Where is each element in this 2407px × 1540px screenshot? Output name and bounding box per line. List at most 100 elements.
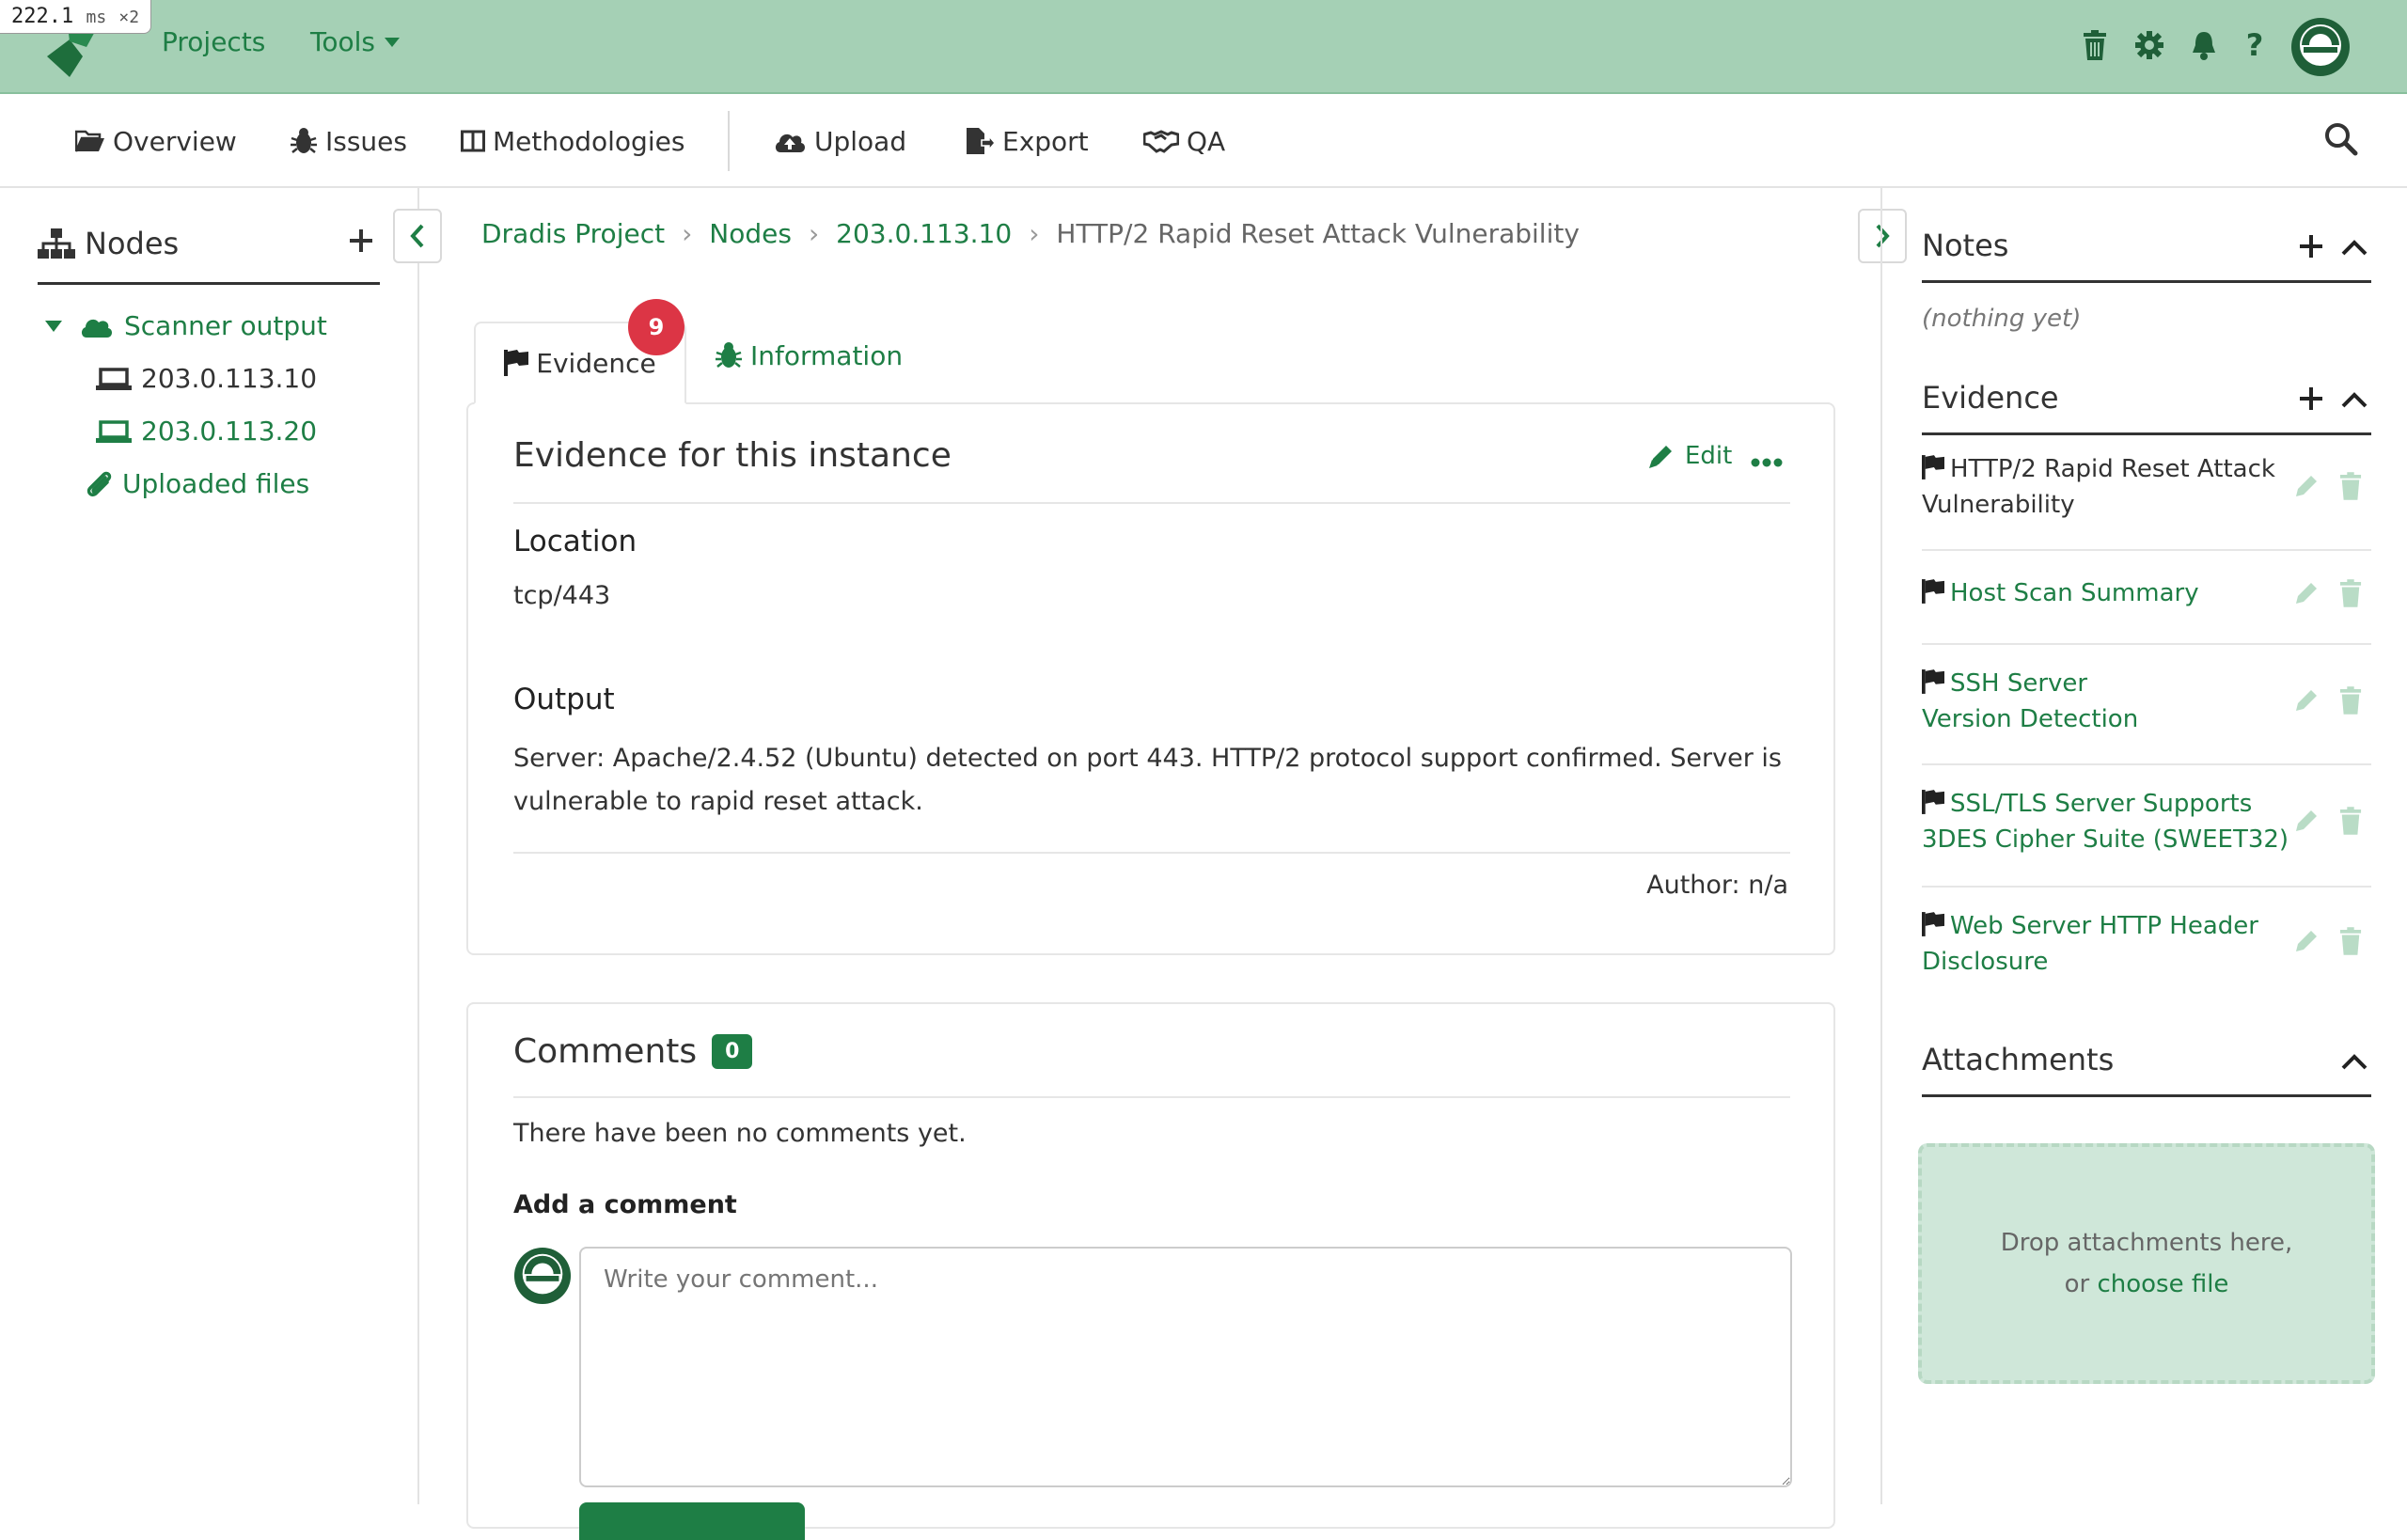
nav-overview[interactable]: Overview <box>75 122 237 160</box>
edit-evidence-button[interactable]: Edit <box>1647 442 1732 470</box>
bug-icon <box>716 342 742 368</box>
pencil-icon[interactable] <box>2292 579 2320 611</box>
breadcrumb-separator: › <box>682 218 693 249</box>
output-value: Server: Apache/2.4.52 (Ubuntu) detected … <box>513 737 1811 824</box>
pencil-icon <box>1649 446 1672 468</box>
evidence-list-item[interactable]: HTTP/2 Rapid Reset Attack Vulnerability <box>1922 451 2298 523</box>
evidence-list-item[interactable]: Host Scan Summary <box>1922 575 2298 611</box>
tree-uploaded-files[interactable]: Uploaded files <box>85 468 309 499</box>
caret-down-icon <box>45 320 62 332</box>
pencil-icon[interactable] <box>2292 686 2320 718</box>
sitemap-icon <box>38 228 75 259</box>
evidence-item-line2: Vulnerability <box>1922 491 2075 519</box>
search-icon[interactable] <box>2324 122 2362 160</box>
nav-upload[interactable]: Upload <box>773 122 906 160</box>
add-evidence-button[interactable] <box>2298 385 2324 416</box>
laptop-icon <box>96 367 132 390</box>
nav-projects[interactable]: Projects <box>162 26 265 57</box>
nav-issues-label: Issues <box>325 125 407 157</box>
breadcrumb-separator: › <box>1029 218 1040 249</box>
project-navbar: Overview Issues Methodologies Upload Exp… <box>0 94 2407 188</box>
choose-file-link[interactable]: choose file <box>2097 1270 2228 1298</box>
more-actions-icon[interactable] <box>1751 453 1783 471</box>
tree-node-scanner-output[interactable]: Scanner output <box>45 310 327 341</box>
pencil-icon[interactable] <box>2292 472 2320 504</box>
evidence-list-item[interactable]: SSH Server Version Detection <box>1922 666 2298 737</box>
comments-title: Comments <box>513 1032 698 1071</box>
file-export-icon <box>967 128 995 154</box>
gear-icon[interactable] <box>2131 24 2168 66</box>
evidence-author: Author: n/a <box>1646 871 1788 900</box>
nav-qa[interactable]: QA <box>1143 122 1225 160</box>
trash-icon[interactable] <box>2339 472 2362 504</box>
perf-unit: ms <box>86 8 107 27</box>
output-label: Output <box>513 683 615 716</box>
breadcrumb-node[interactable]: 203.0.113.10 <box>836 218 1012 249</box>
trash-icon[interactable] <box>2339 579 2362 611</box>
evidence-item-line2: Version Detection <box>1922 705 2139 733</box>
nav-qa-label: QA <box>1187 125 1226 157</box>
collapse-attachments-icon[interactable] <box>2341 1053 2368 1074</box>
breadcrumb-project[interactable]: Dradis Project <box>481 218 665 249</box>
nav-export[interactable]: Export <box>965 122 1089 160</box>
evidence-item-line1: Host Scan Summary <box>1950 579 2199 607</box>
evidence-item-divider <box>1922 763 2371 765</box>
flag-icon <box>1922 579 1944 604</box>
evidence-list-title: Evidence <box>1922 380 2059 416</box>
trash-icon[interactable] <box>2339 927 2362 959</box>
tree-node-host1[interactable]: 203.0.113.10 <box>96 363 317 394</box>
nav-tools[interactable]: Tools <box>310 26 400 57</box>
question-icon[interactable]: ? <box>2236 24 2273 66</box>
nav-methodologies[interactable]: Methodologies <box>461 122 684 160</box>
nodes-header-rule <box>38 282 380 285</box>
notes-empty-text: (nothing yet) <box>1922 305 2082 333</box>
flag-icon <box>1922 455 1944 479</box>
cloud-upload-icon <box>775 134 806 152</box>
collapse-left-panel-button[interactable] <box>393 209 442 263</box>
collapse-evidence-icon[interactable] <box>2341 391 2368 412</box>
trash-icon[interactable] <box>2339 686 2362 718</box>
breadcrumb-nodes[interactable]: Nodes <box>709 218 792 249</box>
flag-icon <box>1922 912 1944 936</box>
nav-tools-label: Tools <box>310 26 375 57</box>
evidence-card: Evidence for this instance Edit Location… <box>466 402 1835 955</box>
tree-node-host2[interactable]: 203.0.113.20 <box>96 416 317 447</box>
attachments-title: Attachments <box>1922 1042 2115 1077</box>
evidence-list-item[interactable]: SSL/TLS Server Supports 3DES Cipher Suite… <box>1922 786 2317 857</box>
breadcrumb-separator: › <box>808 218 820 249</box>
add-comment-label: Add a comment <box>513 1190 737 1219</box>
evidence-item-line2: 3DES Cipher Suite (SWEET32) <box>1922 825 2289 854</box>
trash-icon[interactable] <box>2339 807 2362 839</box>
attachments-dropzone[interactable]: Drop attachments here, or choose file <box>1918 1143 2375 1384</box>
location-value: tcp/443 <box>513 581 611 610</box>
comments-divider <box>513 1096 1790 1098</box>
author-divider <box>513 852 1790 854</box>
nav-divider <box>728 111 730 171</box>
nav-issues[interactable]: Issues <box>290 122 407 160</box>
trash-icon[interactable] <box>2076 24 2114 66</box>
plus-icon <box>350 229 372 252</box>
plus-icon <box>2300 387 2322 410</box>
pencil-icon[interactable] <box>2292 927 2320 959</box>
comment-textarea[interactable] <box>579 1247 1792 1487</box>
evidence-divider <box>513 502 1790 504</box>
add-node-button[interactable] <box>344 224 378 258</box>
evidence-list-item[interactable]: Web Server HTTP Header Disclosure <box>1922 908 2298 980</box>
submit-comment-button[interactable] <box>579 1502 805 1540</box>
avatar[interactable] <box>2290 17 2351 77</box>
evidence-item-divider <box>1922 549 2371 551</box>
comments-count-badge: 0 <box>712 1034 753 1069</box>
comments-header: Comments 0 <box>513 1032 753 1071</box>
collapse-notes-icon[interactable] <box>2341 239 2368 259</box>
add-note-button[interactable] <box>2298 233 2324 263</box>
folder-open-icon <box>75 130 104 152</box>
bell-icon[interactable] <box>2185 24 2223 66</box>
output-line-2: vulnerable to rapid reset attack. <box>513 787 923 816</box>
tab-evidence-label: Evidence <box>536 347 656 379</box>
flag-icon <box>504 350 529 376</box>
tab-information[interactable]: Information <box>715 314 903 397</box>
flag-icon <box>1922 790 1944 814</box>
avatar <box>513 1247 572 1305</box>
evidence-header-rule <box>1922 432 2371 435</box>
pencil-icon[interactable] <box>2292 807 2320 839</box>
